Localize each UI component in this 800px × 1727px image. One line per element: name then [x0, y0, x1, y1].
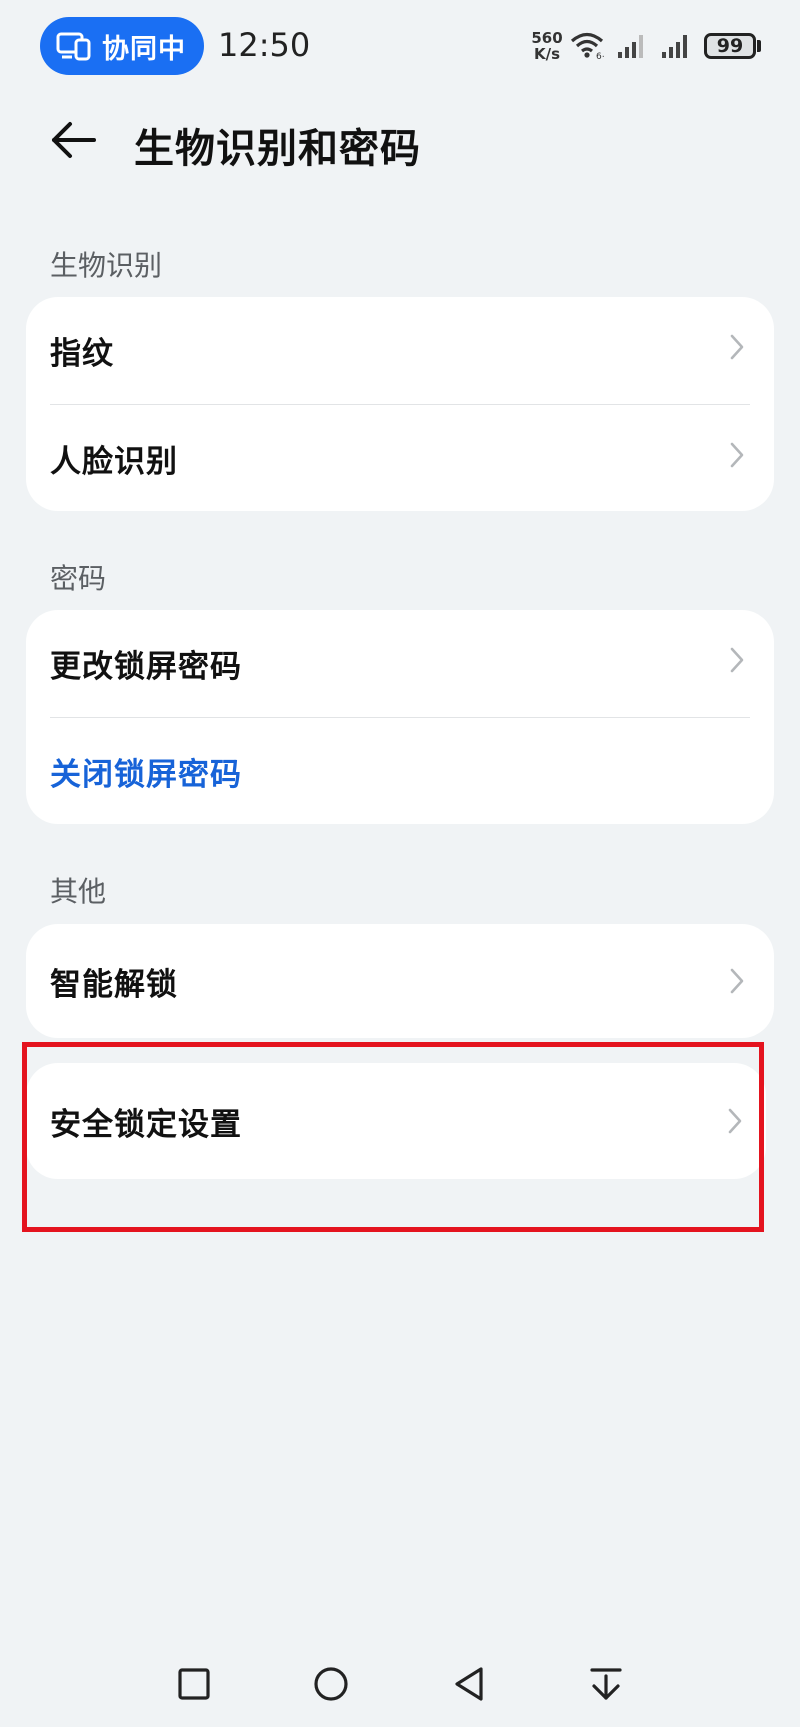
multi-device-icon — [56, 32, 91, 61]
status-bar: 协同中 12:50 560 K/s 6+ 99 — [0, 0, 800, 92]
card-biometrics: 指纹 人脸识别 — [26, 297, 774, 511]
card-password: 更改锁屏密码 关闭锁屏密码 — [26, 610, 774, 824]
chevron-right-icon — [730, 968, 744, 994]
row-label-face-recognition: 人脸识别 — [50, 443, 178, 480]
row-face-recognition[interactable]: 人脸识别 — [26, 405, 774, 511]
notification-pull-icon[interactable] — [582, 1660, 630, 1708]
back-icon[interactable] — [445, 1660, 493, 1708]
chevron-right-icon — [730, 442, 744, 468]
section-label-password: 密码 — [50, 562, 107, 595]
section-label-other: 其他 — [50, 875, 107, 908]
page-title: 生物识别和密码 — [134, 126, 421, 172]
row-label-fingerprint: 指纹 — [50, 336, 114, 372]
row-smart-unlock[interactable]: 智能解锁 — [26, 924, 774, 1038]
recent-apps-icon[interactable] — [170, 1660, 218, 1708]
network-speed-unit: K/s — [533, 45, 561, 63]
network-speed-value: 560 — [531, 29, 563, 47]
row-label-change-lock-password: 更改锁屏密码 — [50, 649, 242, 685]
chevron-right-icon — [730, 647, 744, 673]
row-disable-lock-password[interactable]: 关闭锁屏密码 — [26, 718, 774, 824]
row-change-lock-password[interactable]: 更改锁屏密码 — [26, 610, 774, 717]
row-fingerprint[interactable]: 指纹 — [26, 297, 774, 404]
back-arrow-icon[interactable] — [44, 112, 104, 168]
battery-indicator: 99 — [704, 33, 756, 59]
network-speed: 560 K/s — [530, 30, 564, 62]
row-label-smart-unlock: 智能解锁 — [50, 966, 178, 1003]
battery-tip — [757, 40, 761, 52]
signal-strength-icon — [618, 35, 643, 58]
card-smart-unlock: 智能解锁 — [26, 924, 774, 1038]
chevron-right-icon — [730, 334, 744, 360]
signal-strength-secondary-icon — [662, 35, 687, 58]
svg-text:6+: 6+ — [596, 52, 604, 60]
settings-screen: 协同中 12:50 560 K/s 6+ 99 — [0, 0, 800, 1727]
collaboration-pill[interactable]: 协同中 — [40, 17, 204, 75]
clock: 12:50 — [218, 26, 311, 64]
highlight-annotation-box — [22, 1042, 764, 1232]
collaboration-label: 协同中 — [102, 33, 186, 65]
home-icon[interactable] — [307, 1660, 355, 1708]
row-label-disable-lock-password: 关闭锁屏密码 — [50, 756, 242, 793]
section-label-biometrics: 生物识别 — [50, 249, 163, 282]
wifi-icon: 6+ — [570, 32, 604, 60]
